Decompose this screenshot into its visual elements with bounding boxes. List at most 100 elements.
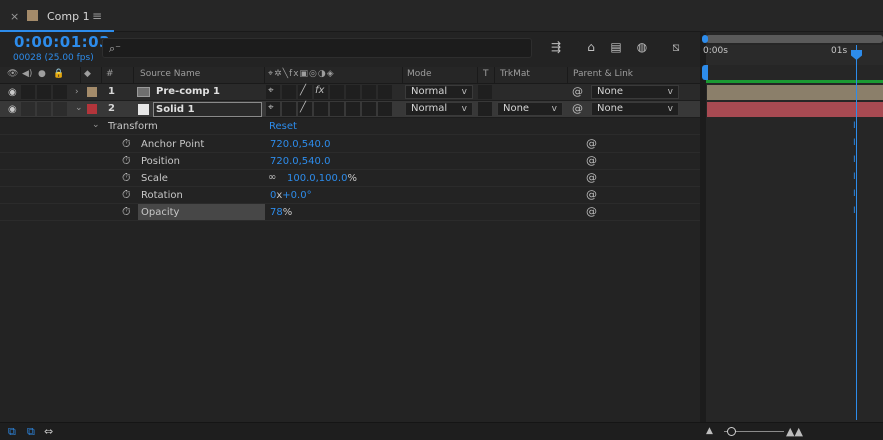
in-out-duration-toggle-icon[interactable]: ⇔ (44, 425, 53, 438)
composition-tab-title[interactable]: Comp 1 (47, 10, 90, 23)
3d-layer-switch[interactable] (378, 85, 392, 99)
close-tab-icon[interactable]: × (10, 10, 19, 23)
track-matte-select[interactable]: None v (497, 102, 563, 116)
label-column-icon[interactable]: ◆ (84, 69, 91, 79)
keyframe-indicator-icon[interactable]: I (853, 138, 856, 148)
pick-whip-icon[interactable]: @ (586, 171, 597, 184)
collapse-chevron-icon[interactable]: ⌄ (75, 103, 83, 113)
layer-label-color[interactable] (87, 104, 97, 114)
pick-whip-icon[interactable]: @ (572, 85, 583, 98)
video-switch-icon[interactable]: 👁 (7, 69, 18, 79)
layer-switches-toggle-icon[interactable]: ⧉ (8, 425, 16, 439)
motion-blur-switch[interactable] (346, 85, 360, 99)
stopwatch-icon[interactable]: ⏱ (122, 188, 131, 202)
audio-toggle[interactable] (21, 102, 35, 116)
current-time-display[interactable]: 0:00:01:03 (14, 33, 110, 51)
blend-mode-select[interactable]: Normal v (405, 102, 473, 116)
position-value[interactable]: 720.0,540.0 (270, 156, 330, 167)
layer-name-edit-box[interactable]: Solid 1 (153, 102, 262, 117)
frame-blend-switch[interactable] (330, 102, 344, 116)
collapse-switch[interactable] (282, 85, 296, 99)
layer-number-header[interactable]: # (106, 69, 114, 79)
preserve-transparency-toggle[interactable] (478, 102, 492, 116)
draft-3d-icon[interactable]: ⌂ (582, 40, 600, 56)
keyframe-indicator-icon[interactable]: I (853, 121, 856, 131)
lock-toggle[interactable] (53, 85, 67, 99)
shy-switch[interactable]: ⌖ (266, 102, 280, 116)
blend-mode-select[interactable]: Normal v (405, 85, 473, 99)
lock-toggle[interactable] (53, 102, 67, 116)
layer-name[interactable]: Pre-comp 1 (156, 86, 220, 97)
transfer-controls-toggle-icon[interactable]: ⧉ (27, 425, 35, 439)
lock-switch-icon[interactable]: 🔒 (53, 69, 64, 79)
layer-row[interactable]: ◉ ⌄ 2 Solid 1 ⌖ ╱ Normal v None v @ None v (0, 101, 700, 118)
effects-switch[interactable] (314, 102, 328, 116)
source-name-header[interactable]: Source Name (140, 69, 200, 79)
frame-blending-icon[interactable]: ▤ (607, 40, 625, 56)
zoom-out-icon[interactable]: ▲ (706, 426, 713, 436)
frame-blend-switch[interactable] (330, 85, 344, 99)
adjustment-switch[interactable] (362, 102, 376, 116)
collapse-switch[interactable] (282, 102, 296, 116)
graph-editor-icon[interactable]: ⧅ (667, 40, 685, 56)
stopwatch-icon[interactable]: ⏱ (122, 205, 131, 219)
parent-select[interactable]: None v (591, 85, 679, 99)
motion-blur-switch[interactable] (346, 102, 360, 116)
time-navigator-bar[interactable] (706, 35, 883, 43)
collapse-chevron-icon[interactable]: ⌄ (92, 120, 100, 130)
transform-label[interactable]: Transform (108, 121, 158, 132)
time-navigator-start-handle[interactable] (702, 35, 708, 43)
effects-switch[interactable]: fx (314, 85, 328, 99)
transform-group-row[interactable]: ⌄ Transform Reset (0, 118, 700, 135)
property-row[interactable]: ⏱ Rotation 0x+0.0° @ (0, 187, 700, 204)
keyframe-indicator-icon[interactable]: I (853, 206, 856, 216)
solo-toggle[interactable] (37, 85, 51, 99)
shy-switch[interactable]: ⌖ (266, 85, 280, 99)
zoom-in-icon[interactable]: ▲▲ (786, 425, 803, 438)
motion-blur-icon[interactable]: ◍ (633, 40, 651, 56)
solo-toggle[interactable] (37, 102, 51, 116)
parent-select[interactable]: None v (591, 102, 679, 116)
property-row[interactable]: ⏱ Scale ∞ 100.0,100.0% @ (0, 170, 700, 187)
anchor-point-value[interactable]: 720.0,540.0 (270, 139, 330, 150)
mode-header[interactable]: Mode (407, 69, 432, 79)
rotation-value[interactable]: 0x+0.0° (270, 190, 312, 201)
layer-row[interactable]: ◉ › 1 Pre-comp 1 ⌖ ╱ fx Normal v @ None v (0, 84, 700, 101)
preserve-transparency-header[interactable]: T (483, 69, 489, 79)
stopwatch-icon[interactable]: ⏱ (122, 137, 131, 151)
work-area-start-handle[interactable] (702, 65, 708, 80)
solo-switch-icon[interactable]: ● (38, 69, 46, 79)
preserve-transparency-toggle[interactable] (478, 85, 492, 99)
quality-switch[interactable]: ╱ (298, 85, 312, 99)
audio-switch-icon[interactable]: ◀) (22, 69, 32, 79)
stopwatch-icon[interactable]: ⏱ (122, 171, 131, 185)
switches-header-icons[interactable]: ⌖✲╲fx▣◎◑◈ (268, 69, 335, 79)
pick-whip-icon[interactable]: @ (572, 102, 583, 115)
parent-link-header[interactable]: Parent & Link (573, 69, 633, 79)
pick-whip-icon[interactable]: @ (586, 205, 597, 218)
opacity-value[interactable]: 78% (270, 207, 292, 218)
property-row[interactable]: ⏱ Opacity 78% @ (0, 204, 700, 221)
quality-switch[interactable]: ╱ (298, 102, 312, 116)
zoom-slider-handle[interactable] (727, 427, 736, 436)
pick-whip-icon[interactable]: @ (586, 137, 597, 150)
panel-menu-icon[interactable]: ≡ (92, 9, 102, 23)
composition-flowchart-icon[interactable]: ⇶ (547, 40, 565, 56)
track-matte-header[interactable]: TrkMat (500, 69, 530, 79)
3d-layer-switch[interactable] (378, 102, 392, 116)
property-row[interactable]: ⏱ Anchor Point 720.0,540.0 @ (0, 136, 700, 153)
layer-search-input[interactable]: ⌕⁻ (102, 38, 532, 58)
reset-transform-link[interactable]: Reset (269, 121, 297, 132)
layer-name[interactable]: Solid 1 (156, 104, 195, 115)
adjustment-switch[interactable] (362, 85, 376, 99)
visibility-eye-icon[interactable]: ◉ (8, 87, 17, 98)
scale-value[interactable]: 100.0,100.0% (287, 173, 357, 184)
audio-toggle[interactable] (21, 85, 35, 99)
pick-whip-icon[interactable]: @ (586, 154, 597, 167)
layer-label-color[interactable] (87, 87, 97, 97)
pick-whip-icon[interactable]: @ (586, 188, 597, 201)
keyframe-indicator-icon[interactable]: I (853, 172, 856, 182)
keyframe-indicator-icon[interactable]: I (853, 189, 856, 199)
constrain-proportions-link-icon[interactable]: ∞ (268, 172, 276, 183)
expand-chevron-icon[interactable]: › (75, 87, 79, 97)
